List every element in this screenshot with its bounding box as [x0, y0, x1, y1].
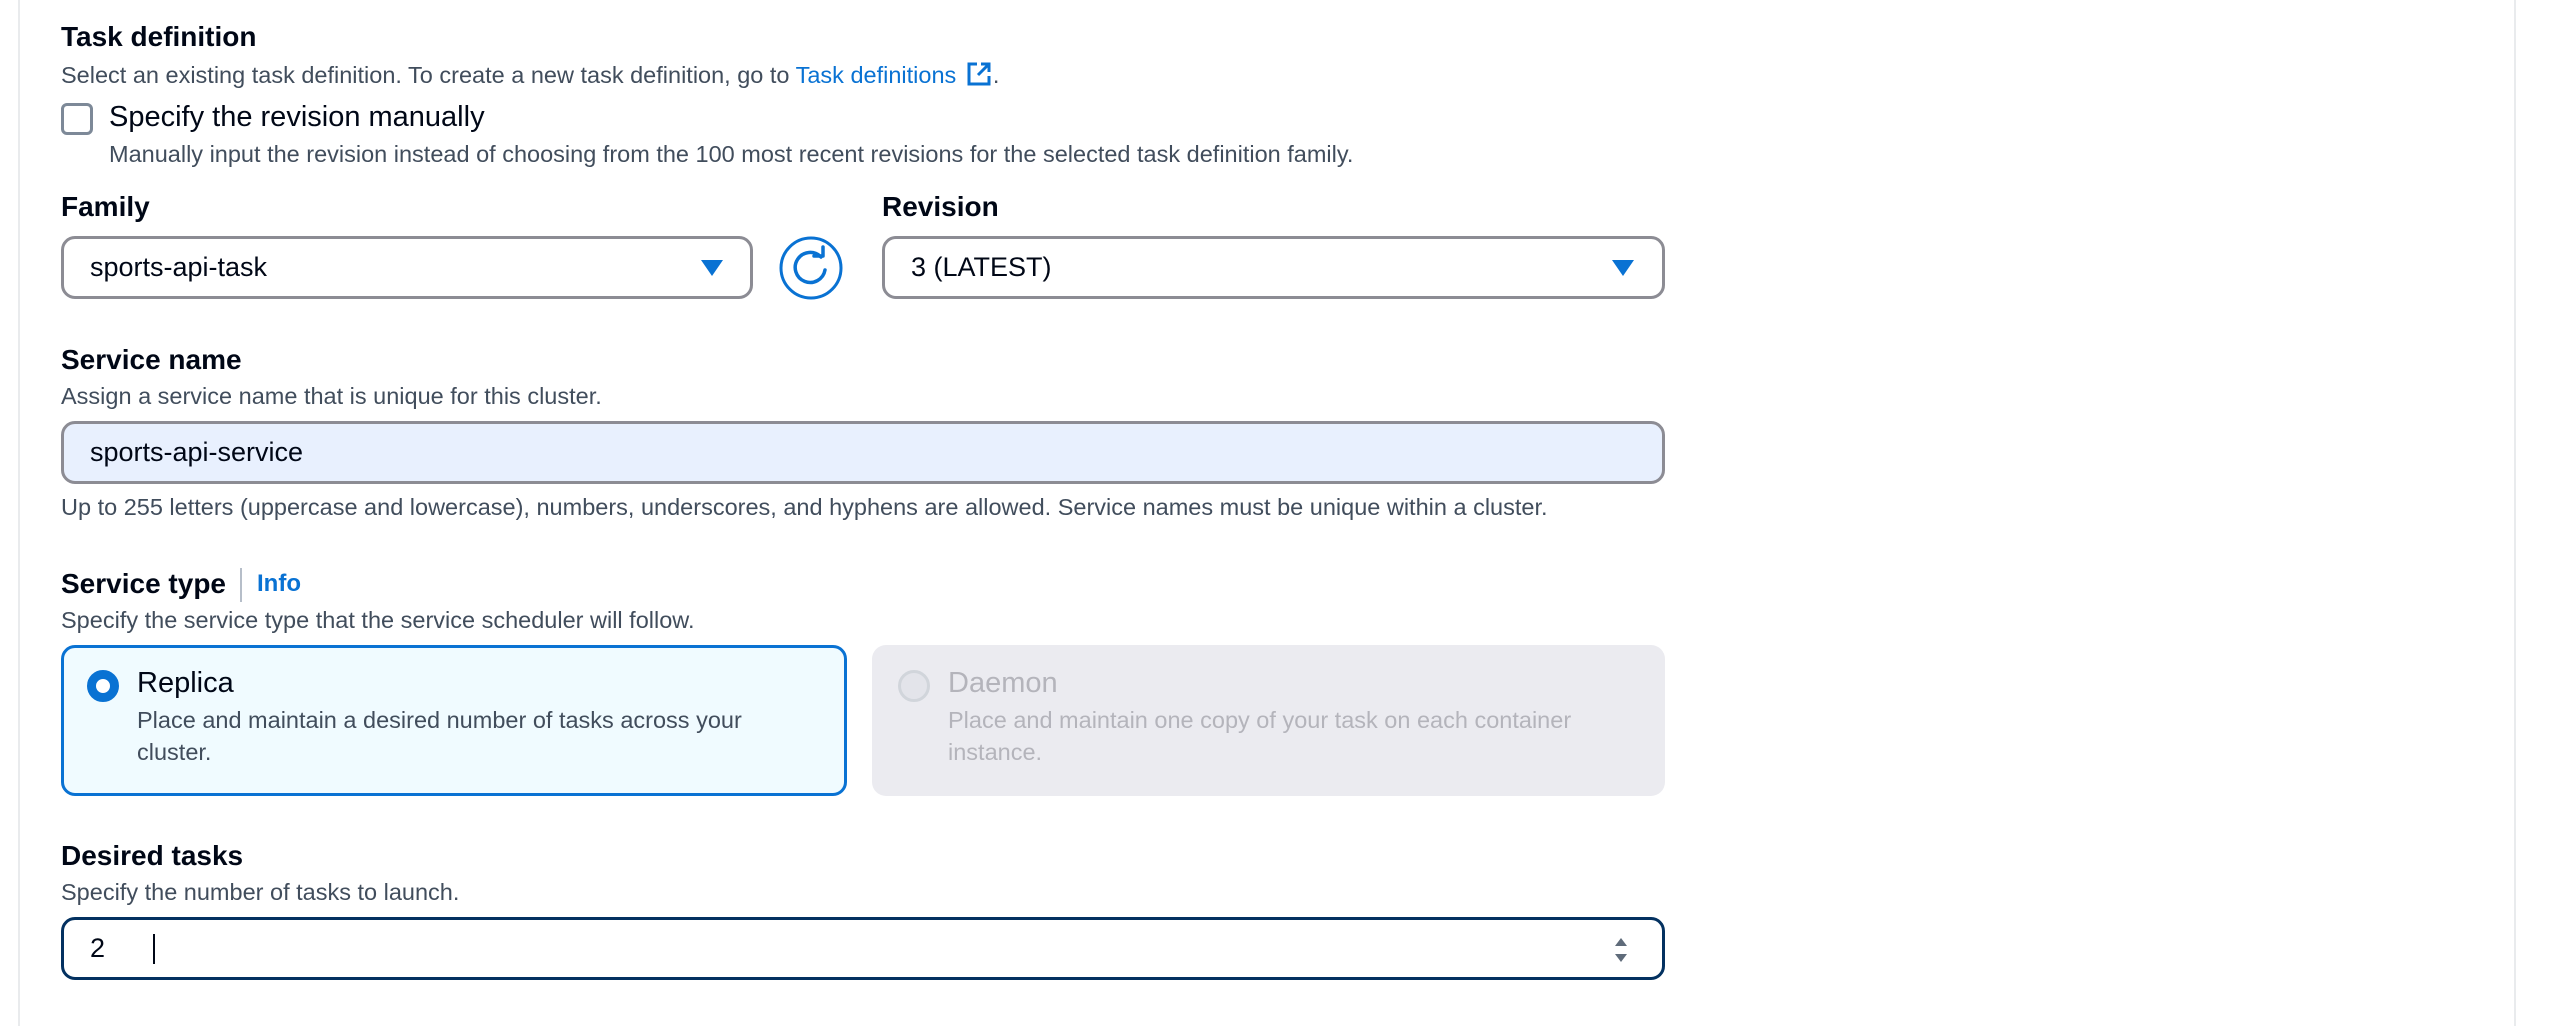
task-definitions-link[interactable]: Task definitions [796, 62, 993, 88]
daemon-option-card: Daemon Place and maintain one copy of yo… [872, 645, 1665, 796]
task-definition-description-prefix: Select an existing task definition. To c… [61, 62, 790, 88]
service-name-value: sports-api-service [90, 437, 304, 467]
revision-value: 3 (LATEST) [911, 252, 1052, 282]
task-definitions-link-label[interactable]: Task definitions [796, 62, 957, 88]
service-type-info-link[interactable]: Info [257, 570, 301, 598]
task-definition-heading: Task definition [61, 21, 257, 52]
service-name-input[interactable]: sports-api-service [61, 421, 1665, 484]
revision-select[interactable]: 3 (LATEST) [882, 236, 1665, 299]
daemon-description-line2: instance. [948, 739, 1043, 765]
desired-tasks-label: Desired tasks [61, 840, 244, 871]
desired-tasks-description: Specify the number of tasks to launch. [61, 879, 460, 905]
family-value: sports-api-task [90, 252, 268, 282]
service-type-description: Specify the service type that the servic… [61, 607, 695, 633]
manual-revision-checkbox[interactable] [61, 103, 93, 135]
external-link-icon [967, 62, 991, 86]
manual-revision-description: Manually input the revision instead of c… [109, 141, 1354, 167]
refresh-button[interactable] [778, 235, 844, 301]
revision-label: Revision [882, 191, 999, 222]
replica-description-line2: cluster. [137, 739, 212, 765]
info-divider [240, 568, 242, 602]
daemon-label: Daemon [948, 667, 1058, 699]
service-name-label: Service name [61, 344, 242, 375]
replica-description-line1: Place and maintain a desired number of t… [137, 707, 742, 733]
service-name-description: Assign a service name that is unique for… [61, 383, 602, 409]
replica-option-card[interactable]: Replica Place and maintain a desired num… [61, 645, 847, 796]
service-name-constraint: Up to 255 letters (uppercase and lowerca… [61, 494, 1548, 520]
text-cursor [153, 934, 155, 964]
task-definition-description: Select an existing task definition. To c… [61, 60, 999, 89]
desired-tasks-value: 2 [90, 933, 106, 963]
daemon-description-line1: Place and maintain one copy of your task… [948, 707, 1572, 733]
manual-revision-label[interactable]: Specify the revision manually [109, 101, 485, 134]
replica-label: Replica [137, 667, 234, 699]
refresh-icon [779, 236, 843, 300]
stepper-icon[interactable] [1611, 934, 1631, 966]
service-type-label: Service type [61, 568, 226, 599]
task-definition-description-suffix: . [992, 62, 1000, 88]
family-select[interactable]: sports-api-task [61, 236, 753, 299]
desired-tasks-input[interactable]: 2 [61, 917, 1665, 980]
caret-down-icon [701, 260, 723, 276]
family-label: Family [61, 191, 150, 222]
replica-radio[interactable] [87, 670, 119, 702]
daemon-radio [898, 670, 930, 702]
caret-down-icon [1612, 260, 1634, 276]
